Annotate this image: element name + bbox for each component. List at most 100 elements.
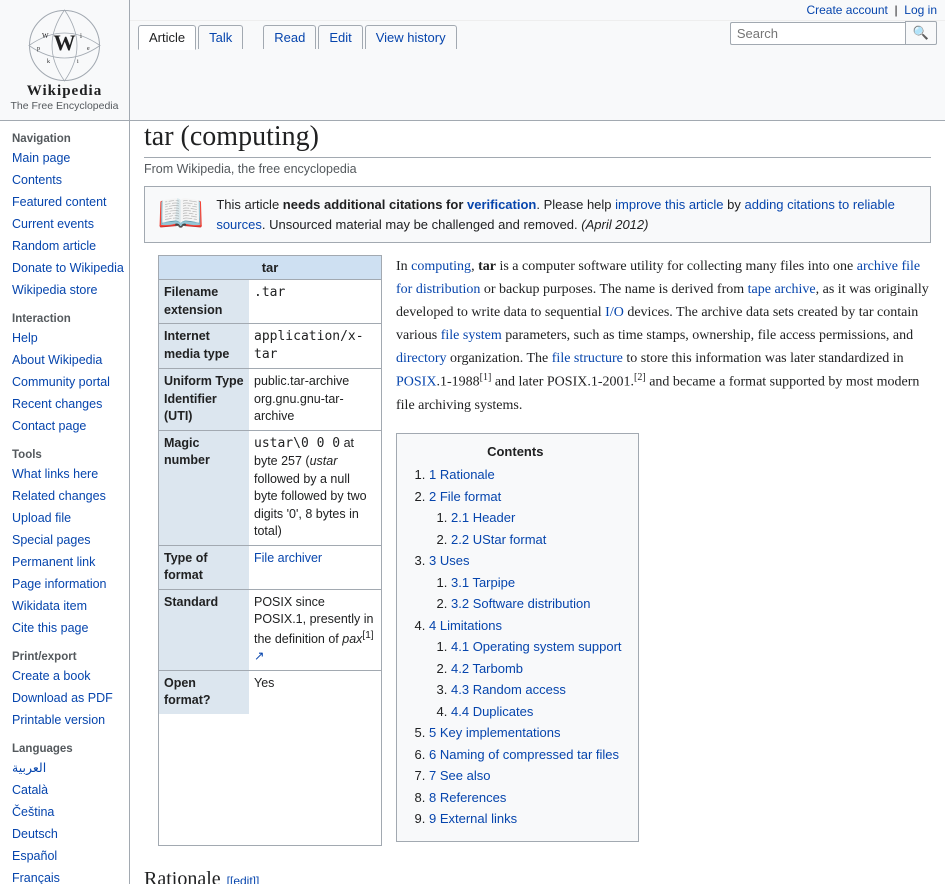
rationale-heading: Rationale [[edit]] <box>144 868 931 884</box>
toc-link-2[interactable]: 2 File format <box>429 489 501 504</box>
toc-link-3-1[interactable]: 3.1 Tarpipe <box>451 575 515 590</box>
sidebar-item-lang-cs[interactable]: Čeština <box>8 801 129 823</box>
sidebar-item-help[interactable]: Help <box>8 327 129 349</box>
toc-link-7[interactable]: 7 See also <box>429 768 490 783</box>
infobox: tar Filename extension .tar Internet med… <box>158 255 382 846</box>
infobox-row-open: Open format? Yes <box>159 670 381 714</box>
sidebar-item-contact[interactable]: Contact page <box>8 415 129 437</box>
sidebar-item-lang-fr[interactable]: Français <box>8 867 129 884</box>
toc-link-4-3[interactable]: 4.3 Random access <box>451 682 566 697</box>
rationale-edit-link[interactable]: [edit] <box>230 874 256 884</box>
sidebar-item-lang-ar[interactable]: العربية <box>8 757 129 779</box>
sidebar-item-current-events[interactable]: Current events <box>8 213 129 235</box>
infobox-val-type: File archiver <box>249 546 381 589</box>
toc-link-6[interactable]: 6 Naming of compressed tar files <box>429 747 619 762</box>
toc-link-4[interactable]: 4 Limitations <box>429 618 502 633</box>
sidebar-item-special-pages[interactable]: Special pages <box>8 529 129 551</box>
sidebar-item-about[interactable]: About Wikipedia <box>8 349 129 371</box>
svg-text:k: k <box>47 59 50 65</box>
search-input[interactable] <box>730 22 905 45</box>
tar-bold: tar <box>478 259 496 274</box>
create-account-link[interactable]: Create account <box>806 3 887 17</box>
toc-link-4-4[interactable]: 4.4 Duplicates <box>451 704 533 719</box>
sidebar-item-printable-version[interactable]: Printable version <box>8 709 129 731</box>
notice-verification-link[interactable]: verification <box>467 197 536 212</box>
toc-link-3-2[interactable]: 3.2 Software distribution <box>451 596 590 611</box>
toc-item-4-3: 4.3 Random access <box>451 680 622 700</box>
infobox-val-magic: ustar\0 0 0 at byte 257 (ustar followed … <box>249 431 381 545</box>
sidebar-item-random-article[interactable]: Random article <box>8 235 129 257</box>
logo-title: Wikipedia <box>27 83 102 100</box>
sidebar-item-lang-de[interactable]: Deutsch <box>8 823 129 845</box>
sidebar-item-lang-ca[interactable]: Català <box>8 779 129 801</box>
interaction-section: Interaction Help About Wikipedia Communi… <box>8 309 129 437</box>
body-layout: Navigation Main page Contents Featured c… <box>0 121 945 884</box>
infobox-key-open: Open format? <box>159 671 249 714</box>
languages-header: Languages <box>8 739 129 757</box>
toc-link-3[interactable]: 3 Uses <box>429 553 469 568</box>
toc-item-4-2: 4.2 Tarbomb <box>451 659 622 679</box>
toc-link-4-2[interactable]: 4.2 Tarbomb <box>451 661 523 676</box>
posix-link[interactable]: POSIX <box>396 375 436 390</box>
tools-section: Tools What links here Related changes Up… <box>8 445 129 639</box>
tab-view-history[interactable]: View history <box>365 25 457 49</box>
toc-link-1[interactable]: 1 Rationale <box>429 467 495 482</box>
filesystem-link[interactable]: file system <box>441 328 502 343</box>
sidebar-item-permanent-link[interactable]: Permanent link <box>8 551 129 573</box>
file-structure-link[interactable]: file structure <box>552 351 623 366</box>
sidebar-item-community-portal[interactable]: Community portal <box>8 371 129 393</box>
tab-edit[interactable]: Edit <box>318 25 362 49</box>
sidebar-item-page-information[interactable]: Page information <box>8 573 129 595</box>
tab-talk[interactable]: Talk <box>198 25 243 49</box>
tape-archive-link[interactable]: tape archive <box>748 282 816 297</box>
io-link[interactable]: I/O <box>605 305 624 320</box>
toc-link-8[interactable]: 8 References <box>429 790 506 805</box>
sidebar-item-contents[interactable]: Contents <box>8 169 129 191</box>
top-nav: W W i k i p e Wikipedia The Free Encyclo… <box>0 0 945 121</box>
sidebar-item-wikipedia-store[interactable]: Wikipedia store <box>8 279 129 301</box>
svg-text:W: W <box>54 30 76 55</box>
sidebar-item-main-page[interactable]: Main page <box>8 147 129 169</box>
toc-link-2-2[interactable]: 2.2 UStar format <box>451 532 546 547</box>
sidebar-item-download-pdf[interactable]: Download as PDF <box>8 687 129 709</box>
toc-link-4-1[interactable]: 4.1 Operating system support <box>451 639 622 654</box>
search-button[interactable]: 🔍 <box>905 21 937 45</box>
infobox-standard-ext-link[interactable]: ↗ <box>254 649 264 663</box>
infobox-val-standard: POSIX since POSIX.1, presently in the de… <box>249 590 381 670</box>
infobox-type-link[interactable]: File archiver <box>254 551 322 565</box>
archive-link[interactable]: archive file for distribution <box>396 259 920 297</box>
sidebar-item-featured-content[interactable]: Featured content <box>8 191 129 213</box>
sidebar-item-create-book[interactable]: Create a book <box>8 665 129 687</box>
infobox-row-media-type: Internet media type application/x-tar <box>159 323 381 368</box>
svg-text:W: W <box>42 32 49 40</box>
page-subtitle: From Wikipedia, the free encyclopedia <box>144 162 931 176</box>
sidebar-item-upload-file[interactable]: Upload file <box>8 507 129 529</box>
toc-item-2-1: 2.1 Header <box>451 508 622 528</box>
toc-item-8: 8 References <box>429 788 622 808</box>
tab-read[interactable]: Read <box>263 25 316 49</box>
toc-link-5[interactable]: 5 Key implementations <box>429 725 561 740</box>
sidebar-item-cite-page[interactable]: Cite this page <box>8 617 129 639</box>
intro-paragraph: In computing, tar is a computer software… <box>396 255 931 417</box>
interaction-header: Interaction <box>8 309 129 327</box>
directory-link[interactable]: directory <box>396 351 447 366</box>
toc-link-9[interactable]: 9 External links <box>429 811 517 826</box>
sidebar-item-related-changes[interactable]: Related changes <box>8 485 129 507</box>
sidebar-item-wikidata[interactable]: Wikidata item <box>8 595 129 617</box>
toc-link-2-1[interactable]: 2.1 Header <box>451 510 515 525</box>
sidebar-item-recent-changes[interactable]: Recent changes <box>8 393 129 415</box>
page-tabs: Article Talk Read Edit View history <box>138 21 457 49</box>
computing-link[interactable]: computing <box>411 259 471 274</box>
sidebar-item-lang-es[interactable]: Español <box>8 845 129 867</box>
infobox-key-filename: Filename extension <box>159 280 249 323</box>
notice-icon: 📖 <box>157 195 204 233</box>
sidebar-item-what-links-here[interactable]: What links here <box>8 463 129 485</box>
wikipedia-logo: W W i k i p e <box>27 8 102 83</box>
tab-article[interactable]: Article <box>138 25 196 50</box>
sidebar-item-donate[interactable]: Donate to Wikipedia <box>8 257 129 279</box>
notice-improve-link[interactable]: improve this article <box>615 197 723 212</box>
log-in-link[interactable]: Log in <box>904 3 937 17</box>
main-content: tar (computing) From Wikipedia, the free… <box>130 121 945 884</box>
ref2: [2] <box>634 372 646 383</box>
ref1: [1] <box>480 372 492 383</box>
